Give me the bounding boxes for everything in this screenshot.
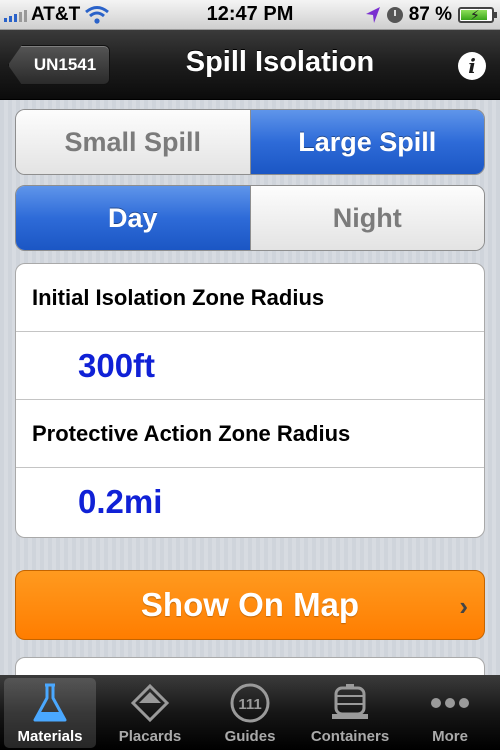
guides-badge: 111 — [238, 696, 261, 713]
night-option[interactable]: Night — [249, 186, 484, 250]
spill-size-toggle: Small Spill Large Spill — [15, 109, 485, 175]
charging-bolt-icon: ⚡ — [470, 7, 480, 23]
location-arrow-icon — [365, 7, 380, 23]
small-spill-option[interactable]: Small Spill — [16, 110, 250, 174]
chevron-right-icon: › — [459, 591, 468, 621]
content-area: Small Spill Large Spill Day Night Initia… — [0, 100, 500, 697]
back-button[interactable]: UN1541 — [8, 45, 110, 85]
tab-guides[interactable]: 111 Guides — [200, 675, 300, 750]
time-of-day-toggle: Day Night — [15, 185, 485, 251]
isolation-zones-card: Initial Isolation Zone Radius 300ft Prot… — [15, 263, 485, 538]
initial-isolation-label: Initial Isolation Zone Radius — [16, 264, 484, 332]
tab-placards[interactable]: Placards — [100, 675, 200, 750]
tab-more[interactable]: More — [400, 675, 500, 750]
battery-percent: 87 % — [408, 4, 452, 25]
tab-label-containers: Containers — [310, 728, 390, 745]
navigation-bar: UN1541 Spill Isolation i — [0, 30, 500, 100]
more-icon — [428, 681, 472, 725]
info-icon[interactable]: i — [458, 52, 486, 80]
guides-icon: 111 — [228, 681, 272, 725]
large-spill-option[interactable]: Large Spill — [249, 110, 484, 174]
tab-containers[interactable]: Containers — [300, 675, 400, 750]
status-right: 87 % ⚡ — [365, 4, 497, 26]
placard-icon — [128, 681, 172, 725]
page-title: Spill Isolation — [185, 46, 375, 78]
battery-icon: ⚡ — [458, 7, 497, 23]
tab-label-placards: Placards — [118, 728, 182, 745]
initial-isolation-value: 300ft — [16, 332, 484, 400]
tab-label-more: More — [432, 728, 468, 745]
tab-label-guides: Guides — [224, 728, 276, 745]
status-bar: AT&T 12:47 PM 87 % ⚡ — [0, 0, 500, 30]
clock-icon — [386, 7, 403, 23]
show-on-map-label: Show On Map — [140, 586, 360, 623]
tab-label-materials: Materials — [17, 728, 83, 745]
protective-action-value: 0.2mi — [78, 483, 163, 520]
day-option[interactable]: Day — [16, 186, 250, 250]
show-on-map-button[interactable]: Show On Map › — [15, 570, 485, 640]
tanker-icon — [328, 681, 372, 725]
tab-bar: Materials Placards 111 Guides Containers… — [0, 675, 500, 750]
flask-icon — [28, 681, 72, 725]
protective-action-label: Protective Action Zone Radius — [16, 400, 484, 468]
tab-materials[interactable]: Materials — [0, 675, 100, 750]
